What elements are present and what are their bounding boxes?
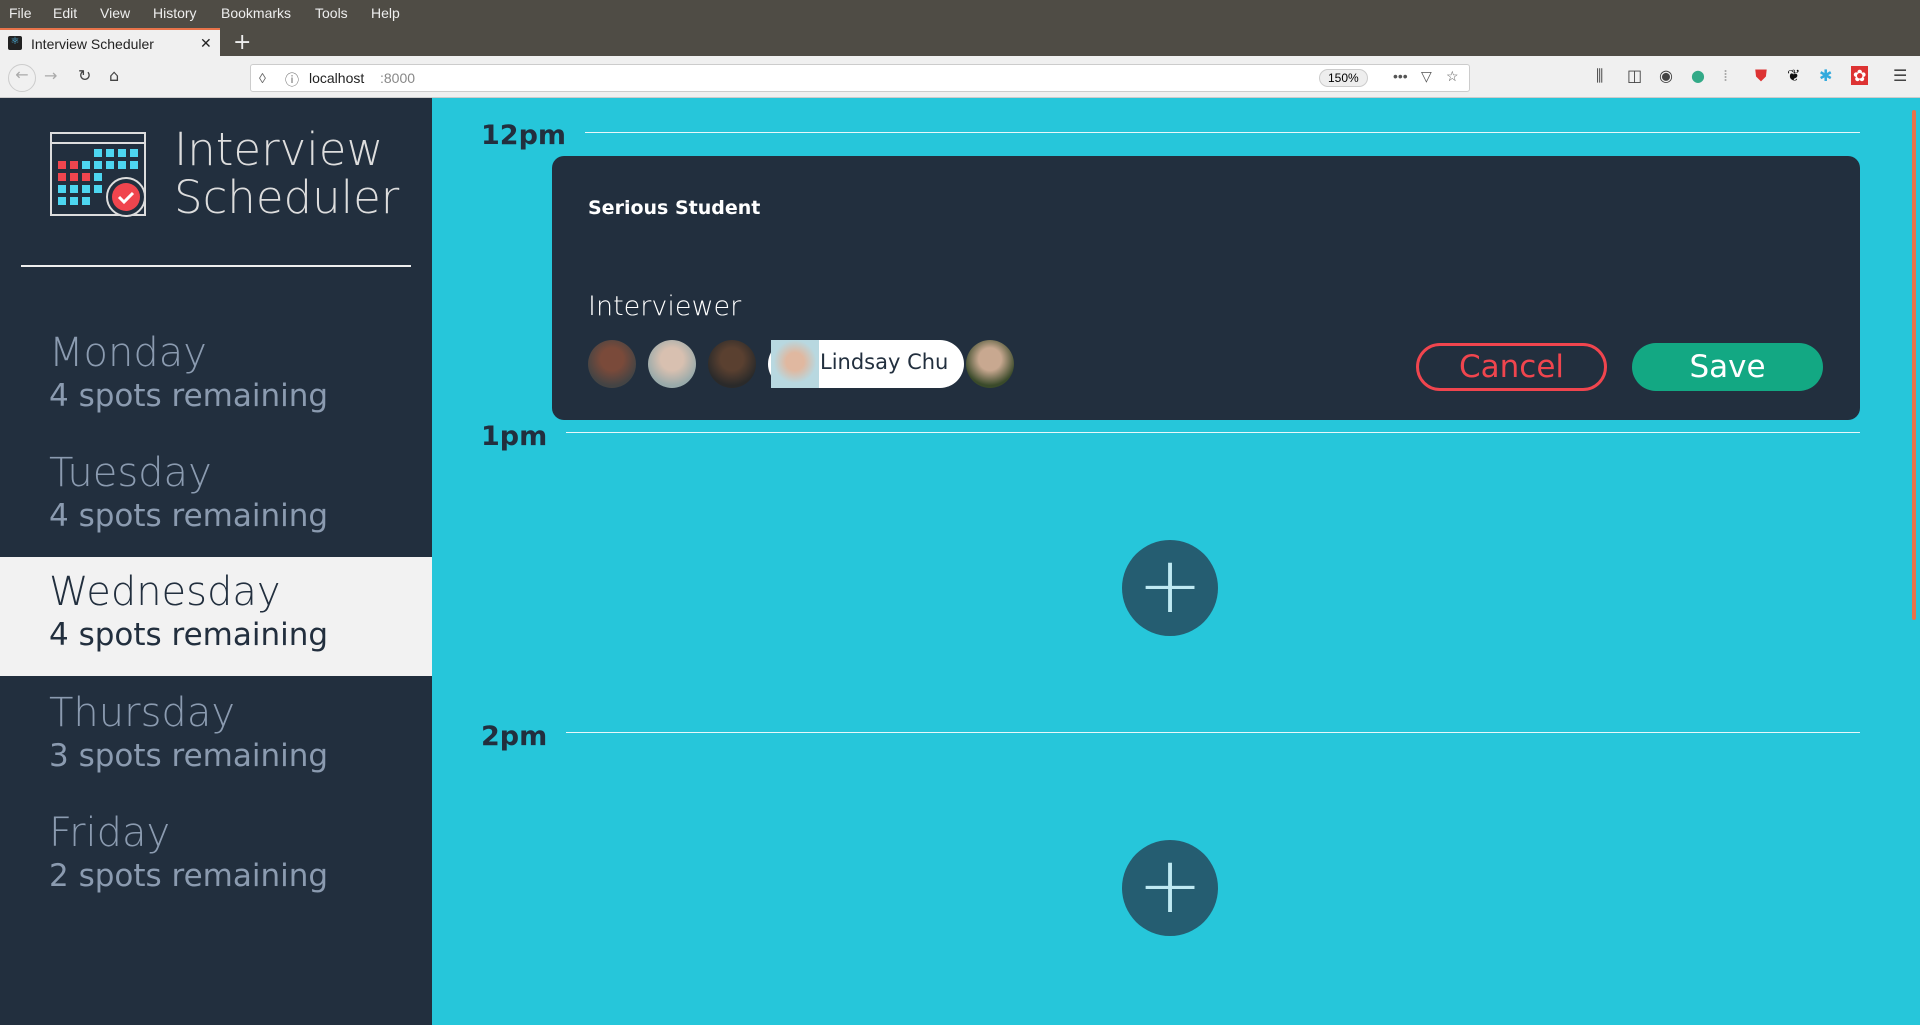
interviewer-avatar[interactable]: [708, 340, 756, 388]
time-divider: [566, 732, 1860, 733]
app-title-line2: Scheduler: [174, 171, 400, 224]
react-favicon-icon: ⚛: [8, 36, 22, 50]
time-label-12pm: 12pm: [481, 120, 567, 151]
reload-icon[interactable]: ↻: [78, 66, 91, 85]
interviewer-avatar[interactable]: [648, 340, 696, 388]
home-icon[interactable]: ⌂: [109, 66, 119, 85]
extension-red-icon[interactable]: ✿: [1851, 66, 1869, 85]
library-icon[interactable]: ⫼: [1596, 66, 1603, 86]
extension-globe-icon[interactable]: ●: [1691, 66, 1705, 85]
tab-strip: [0, 28, 1920, 56]
interviewer-name: Lindsay Chu: [820, 350, 949, 374]
day-name: Wednesday: [49, 569, 281, 615]
new-tab-icon[interactable]: +: [233, 30, 251, 55]
day-name: Tuesday: [49, 450, 212, 496]
day-spots: 4 spots remaining: [49, 617, 329, 653]
account-icon[interactable]: ◉: [1659, 66, 1673, 85]
interviewer-label: Interviewer: [588, 291, 742, 322]
day-spots: 4 spots remaining: [49, 378, 329, 414]
menu-file[interactable]: File: [9, 5, 32, 21]
sidebar-divider: [21, 265, 411, 267]
add-appointment-button[interactable]: +: [1122, 840, 1218, 936]
pocket-icon[interactable]: ▽: [1421, 68, 1432, 85]
cancel-button[interactable]: Cancel: [1416, 343, 1607, 391]
interviewer-selected[interactable]: Lindsay Chu: [768, 340, 964, 388]
menu-help[interactable]: Help: [371, 5, 400, 21]
menu-bookmarks[interactable]: Bookmarks: [221, 5, 291, 21]
add-appointment-button[interactable]: +: [1122, 540, 1218, 636]
menu-edit[interactable]: Edit: [53, 5, 77, 21]
extension-shield-icon[interactable]: ⛊: [1755, 66, 1767, 86]
day-name: Thursday: [49, 690, 235, 736]
day-item-wednesday[interactable]: Wednesday 4 spots remaining: [0, 557, 432, 676]
day-name: Friday: [49, 810, 171, 856]
menu-bar: File Edit View History Bookmarks Tools H…: [0, 0, 1920, 28]
interviewer-avatar: [771, 340, 819, 388]
url-bar[interactable]: ◊ ⓘ localhost :8000 150% ••• ▽ ☆: [250, 64, 1470, 92]
interviewer-avatar[interactable]: [966, 340, 1014, 388]
day-name: Monday: [49, 330, 207, 376]
day-item-monday[interactable]: Monday 4 spots remaining: [0, 318, 432, 437]
menu-tools[interactable]: Tools: [315, 5, 348, 21]
day-item-thursday[interactable]: Thursday 3 spots remaining: [0, 678, 432, 797]
url-port: :8000: [380, 70, 416, 86]
info-icon[interactable]: ⓘ: [285, 70, 299, 90]
day-spots: 2 spots remaining: [49, 858, 329, 894]
url-host: localhost: [309, 70, 365, 86]
menu-view[interactable]: View: [100, 5, 130, 21]
browser-tab[interactable]: ⚛ Interview Scheduler ✕: [0, 28, 220, 58]
sidebar: Interview Scheduler Monday 4 spots remain…: [0, 98, 432, 1025]
scrollbar[interactable]: [1912, 110, 1916, 620]
back-icon[interactable]: ←: [8, 64, 36, 92]
time-divider: [566, 432, 1860, 433]
menu-history[interactable]: History: [153, 5, 197, 21]
page-actions-icon[interactable]: •••: [1393, 68, 1408, 84]
tab-title: Interview Scheduler: [31, 36, 154, 52]
interviewer-avatar[interactable]: [588, 340, 636, 388]
time-label-1pm: 1pm: [481, 421, 548, 452]
save-button[interactable]: Save: [1632, 343, 1823, 391]
day-item-friday[interactable]: Friday 2 spots remaining: [0, 798, 432, 917]
day-spots: 3 spots remaining: [49, 738, 329, 774]
zoom-level[interactable]: 150%: [1319, 69, 1368, 87]
shield-icon[interactable]: ◊: [259, 70, 266, 86]
extension-bug-icon[interactable]: ✱: [1819, 66, 1832, 85]
app-title-line1: Interview: [174, 123, 384, 176]
student-name-input[interactable]: Serious Student: [588, 197, 760, 219]
sidebar-icon[interactable]: ◫: [1627, 66, 1642, 85]
time-divider: [585, 132, 1860, 133]
day-spots: 4 spots remaining: [49, 498, 329, 534]
close-tab-icon[interactable]: ✕: [200, 35, 212, 52]
bookmark-star-icon[interactable]: ☆: [1446, 68, 1459, 85]
day-item-tuesday[interactable]: Tuesday 4 spots remaining: [0, 438, 432, 557]
forward-icon[interactable]: →: [44, 66, 57, 85]
extension-foot-icon[interactable]: ❦: [1787, 66, 1800, 85]
calendar-logo-icon: [50, 132, 146, 217]
hamburger-menu-icon[interactable]: ☰: [1893, 66, 1907, 85]
extension-bars-icon[interactable]: ⁞: [1723, 66, 1728, 85]
time-label-2pm: 2pm: [481, 721, 548, 752]
